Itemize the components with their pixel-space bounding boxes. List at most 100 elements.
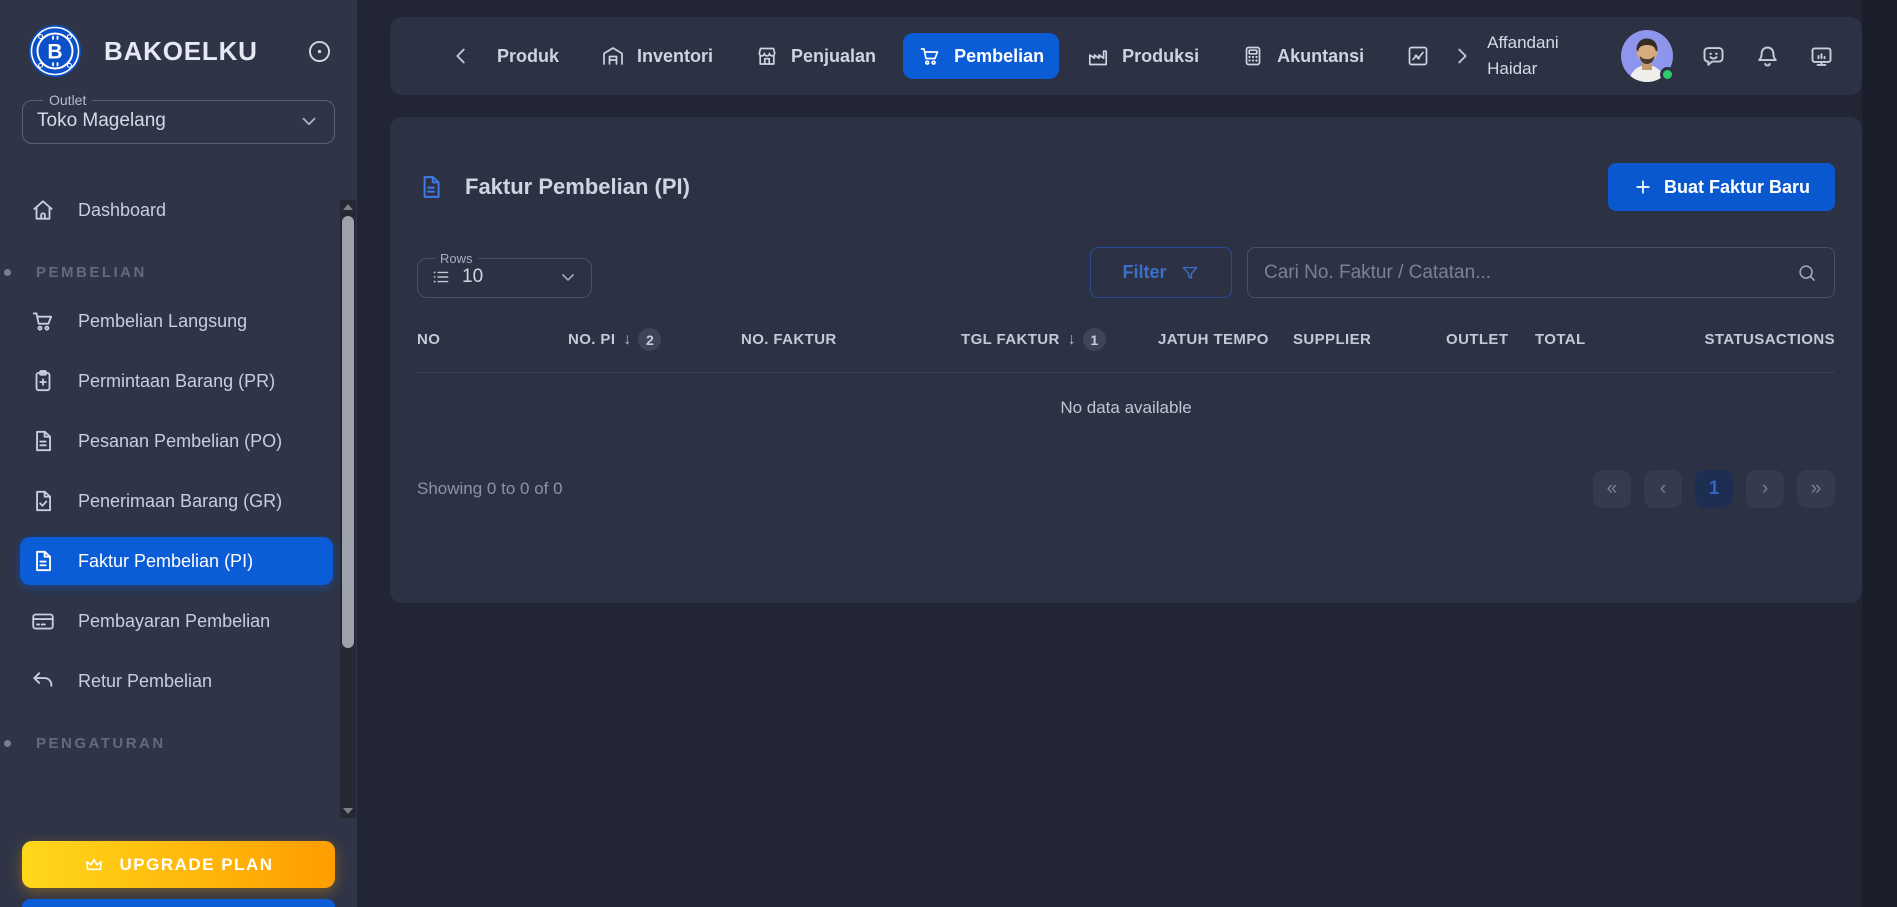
window-scroll-gutter[interactable] [1862,0,1897,907]
rows-value: 10 [462,266,484,287]
table-header-row: NO NO. PI ↓ 2 NO. FAKTUR TGL FAKTUR ↓ 1 … [417,328,1835,373]
create-invoice-label: Buat Faktur Baru [1663,176,1810,197]
outlet-label: Outlet [49,92,87,108]
nav-item[interactable]: Akuntansi [1226,33,1379,79]
invoice-card: Faktur Pembelian (PI) Buat Faktur Baru R… [390,117,1862,603]
sidebar-item-icon [30,548,56,574]
table-column-header[interactable]: ACTIONS [1765,331,1835,348]
rows-per-page-select[interactable]: Rows 10 [417,251,592,298]
sidebar-item-icon [30,428,56,454]
card-footer: Showing 0 to 0 of 0 « ‹ 1 › » [417,470,1835,508]
pagination-button[interactable]: « [1593,470,1631,508]
sort-indicator: ↓ 1 [1068,328,1106,351]
scroll-down-arrow-icon[interactable] [340,804,356,818]
filter-button[interactable]: Filter [1090,247,1232,298]
nav-item-icon [755,44,779,68]
sort-desc-icon: ↓ [623,330,632,348]
plus-icon [1633,177,1653,197]
upgrade-plan-button[interactable]: UPGRADE PLAN [22,841,335,888]
scrollbar-thumb[interactable] [342,216,354,648]
home-icon [30,197,56,223]
brand-name: BAKOELKU [104,35,258,66]
create-invoice-button[interactable]: Buat Faktur Baru [1607,163,1835,211]
nav-item-label: Penjualan [791,45,877,66]
sidebar-item[interactable]: Pesanan Pembelian (PO) [20,417,333,465]
empty-state-text: No data available [1060,398,1192,417]
column-label: SUPPLIER [1293,331,1372,348]
sidebar-scrollbar[interactable] [340,200,356,818]
pagination-button[interactable]: ‹ [1644,470,1682,508]
sidebar-item-icon [30,608,56,634]
pagination-button[interactable]: » [1797,470,1835,508]
table-column-header[interactable]: SUPPLIER [1293,331,1446,348]
column-label: NO. FAKTUR [741,331,837,348]
nav-item-icon [1241,44,1265,68]
display-icon[interactable] [1808,43,1835,70]
upgrade-plan-label: UPGRADE PLAN [119,854,274,874]
sidebar-item[interactable]: Penerimaan Barang (GR) [20,477,333,525]
sidebar-item[interactable]: Pembelian Langsung [20,297,333,345]
brand: B BAKOELKU [0,0,357,78]
table-column-header[interactable]: NO [417,331,568,348]
sidebar-item-label: Pembayaran Pembelian [78,610,271,631]
outlet-select[interactable]: Outlet Toko Magelang [22,92,335,144]
chevron-down-icon [298,110,320,132]
nav-item[interactable]: Pembelian [903,33,1060,79]
page-title: Faktur Pembelian (PI) [465,174,690,199]
sidebar-item[interactable]: Faktur Pembelian (PI) [20,537,333,585]
sidebar-item-label: Penerimaan Barang (GR) [78,490,283,511]
search-icon[interactable] [1796,262,1818,284]
sort-indicator: ↓ 2 [623,328,662,351]
table-column-header[interactable]: TGL FAKTUR ↓ 1 [961,328,1158,351]
sidebar-section-pengaturan: PENGATURAN [4,735,333,752]
pagination-glyph: › [1761,478,1769,499]
column-label: NO. PI [568,331,616,348]
notifications-bell-icon[interactable] [1754,43,1781,70]
nav-item[interactable]: Inventori [586,33,728,79]
table-column-header[interactable]: TOTAL [1535,331,1675,348]
pagination-button[interactable]: › [1746,470,1784,508]
nav-item-label: Akuntansi [1277,45,1365,66]
pagination-glyph: » [1810,478,1822,499]
filter-label: Filter [1122,262,1167,282]
list-icon [431,267,451,287]
table-column-header[interactable]: STATUS [1675,331,1765,348]
column-label: OUTLET [1446,331,1509,348]
scroll-up-arrow-icon[interactable] [340,200,356,214]
sidebar-item[interactable]: Pembayaran Pembelian [20,597,333,645]
table-column-header[interactable]: OUTLET [1446,331,1535,348]
sort-desc-icon: ↓ [1067,330,1076,348]
sidebar-item-label: Faktur Pembelian (PI) [78,550,254,571]
sidebar-item[interactable]: Retur Pembelian [20,657,333,705]
table-column-header[interactable]: NO. FAKTUR [741,331,961,348]
nav-item[interactable]: Penjualan [740,33,891,79]
avatar[interactable] [1621,30,1676,82]
nav-item-label: Produksi [1122,45,1200,66]
nav-item[interactable] [1391,33,1445,79]
table-column-header[interactable]: JATUH TEMPO [1158,331,1293,348]
top-navbar: Produk Inventori Penjualan Pembelian Pro… [390,17,1862,95]
nav-item-icon [1406,44,1430,68]
column-label: STATUS [1704,331,1765,348]
nav-scroll-left-icon[interactable] [450,45,472,67]
nav-scroll-right-icon[interactable] [1451,45,1473,67]
column-label: ACTIONS [1764,331,1835,348]
user-name[interactable]: Affandani Haidar [1487,30,1599,82]
search-box[interactable] [1247,247,1835,298]
sidebar-item-icon [30,488,56,514]
nav-item-label: Produk [497,45,560,66]
sidebar-item[interactable]: Permintaan Barang (PR) [20,357,333,405]
nav-item[interactable]: Produk [482,35,574,78]
sidebar-item-icon [30,668,56,694]
search-input[interactable] [1264,261,1796,284]
sidebar-pin-icon[interactable] [306,38,333,65]
sidebar-item-dashboard[interactable]: Dashboard [20,186,333,234]
chevron-down-icon [558,267,578,287]
pagination-button[interactable]: 1 [1695,470,1733,508]
table-column-header[interactable]: NO. PI ↓ 2 [568,328,741,351]
pagination-glyph: ‹ [1659,478,1667,499]
nav-item-label: Pembelian [954,45,1045,66]
bottom-cut-button[interactable] [22,899,335,907]
chat-icon[interactable] [1700,43,1727,70]
nav-item[interactable]: Produksi [1071,33,1214,79]
